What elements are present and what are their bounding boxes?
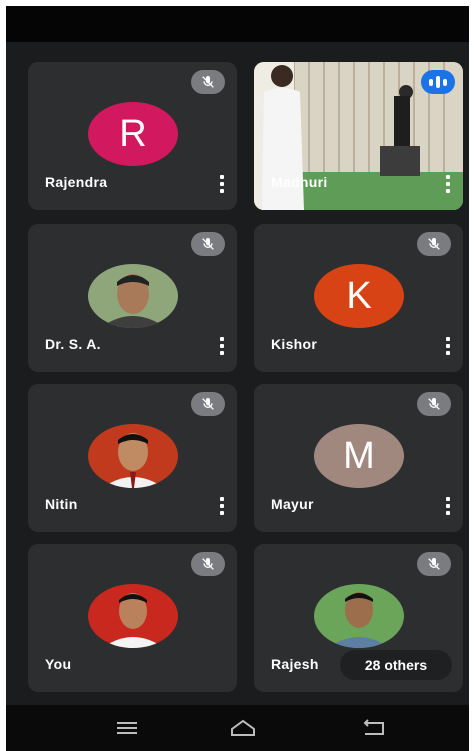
participant-tile-rajesh[interactable]: Rajesh 28 others (254, 544, 463, 692)
participant-name: Nitin (45, 496, 78, 512)
avatar: R (88, 102, 178, 166)
status-bar (6, 6, 469, 42)
avatar-initial: K (346, 274, 372, 317)
avatar: K (314, 264, 404, 328)
home-icon[interactable] (228, 715, 258, 741)
mic-off-icon (191, 70, 225, 94)
participant-tile-kishor[interactable]: K Kishor (254, 224, 463, 372)
avatar-photo (88, 424, 178, 488)
participant-tile-madhuri[interactable]: Madhuri (254, 62, 463, 210)
participant-grid: R Rajendra Madhuri Dr. S. A. K Kishor Ni… (28, 62, 466, 702)
mic-off-icon (417, 232, 451, 256)
participant-name: Mayur (271, 496, 314, 512)
participant-tile-nitin[interactable]: Nitin (28, 384, 237, 532)
mic-off-icon (191, 552, 225, 576)
participant-name: Rajesh (271, 656, 319, 672)
mic-off-icon (191, 392, 225, 416)
participant-tile-rajendra[interactable]: R Rajendra (28, 62, 237, 210)
back-icon[interactable] (359, 715, 389, 741)
more-vert-icon[interactable] (441, 336, 455, 356)
audio-level-icon (421, 70, 455, 94)
avatar-photo (88, 584, 178, 648)
menu-icon[interactable] (112, 715, 142, 741)
participant-name: Kishor (271, 336, 318, 352)
mic-off-icon (417, 552, 451, 576)
avatar-initial: R (119, 112, 147, 155)
more-vert-icon[interactable] (441, 496, 455, 516)
avatar-initial: M (343, 434, 375, 477)
mic-off-icon (417, 392, 451, 416)
system-nav-bar (6, 705, 469, 751)
mic-off-icon (191, 232, 225, 256)
participant-tile-mayur[interactable]: M Mayur (254, 384, 463, 532)
participant-tile-dr-s-a[interactable]: Dr. S. A. (28, 224, 237, 372)
more-vert-icon[interactable] (441, 174, 455, 194)
participant-name: Madhuri (271, 174, 328, 190)
avatar-photo (88, 264, 178, 328)
participant-tile-you[interactable]: You (28, 544, 237, 692)
more-vert-icon[interactable] (215, 174, 229, 194)
more-vert-icon[interactable] (215, 496, 229, 516)
participant-name: You (45, 656, 72, 672)
meeting-screen: R Rajendra Madhuri Dr. S. A. K Kishor Ni… (6, 6, 469, 751)
avatar-photo (314, 584, 404, 648)
participant-name: Rajendra (45, 174, 108, 190)
others-count-button[interactable]: 28 others (340, 650, 452, 680)
participant-name: Dr. S. A. (45, 336, 101, 352)
avatar: M (314, 424, 404, 488)
more-vert-icon[interactable] (215, 336, 229, 356)
